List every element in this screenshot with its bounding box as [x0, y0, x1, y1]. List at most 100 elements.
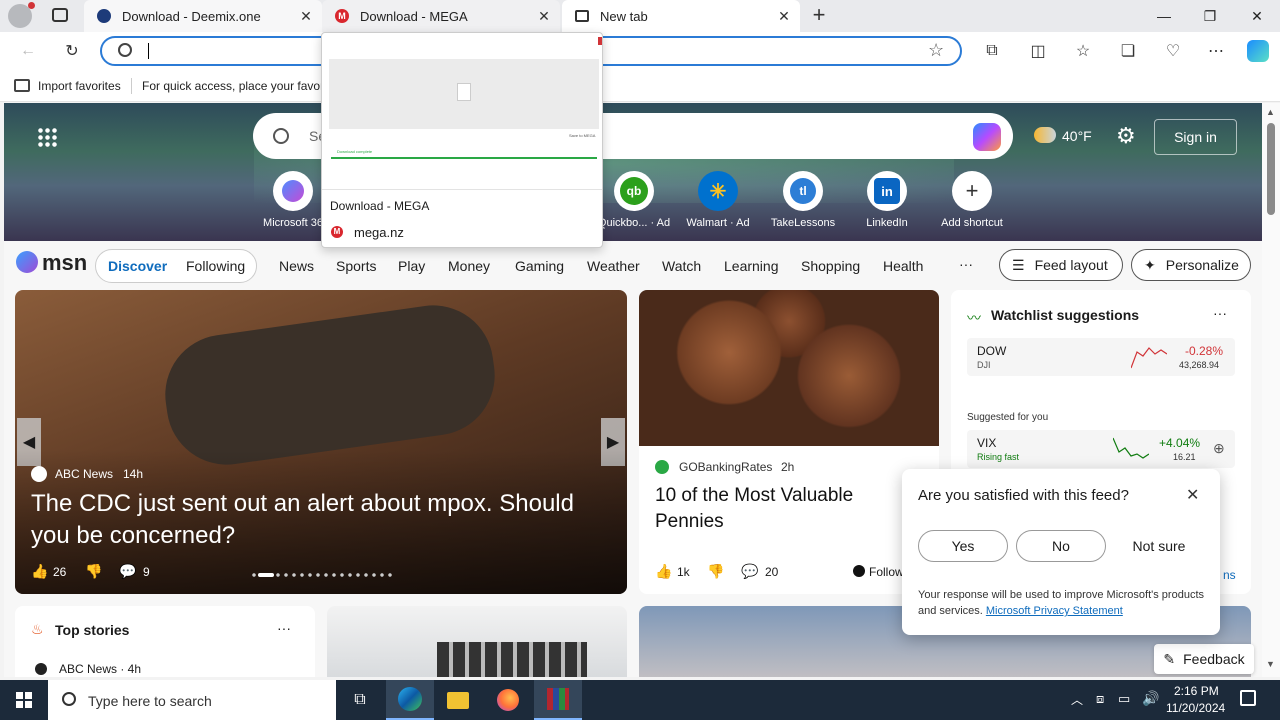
favorites-icon[interactable]: ☆ — [1067, 36, 1099, 66]
msn-logo-icon[interactable] — [16, 251, 38, 273]
story-source[interactable]: ABC News · 4h — [59, 662, 141, 676]
new-tab-button[interactable]: + — [808, 4, 830, 26]
nav-more[interactable]: ··· — [959, 256, 973, 272]
preview-title: Download - MEGA — [330, 199, 430, 213]
tab-deemix[interactable]: Download - Deemix.one ✕ — [84, 0, 322, 32]
tab-mega[interactable]: M Download - MEGA ✕ — [322, 0, 560, 32]
dislike-icon[interactable]: 👎 — [707, 563, 724, 580]
page-scrollbar[interactable]: ▲ ▼ — [1262, 103, 1280, 677]
taskbar-search-box[interactable]: Type here to search — [48, 680, 336, 720]
comment-icon[interactable]: 💬 — [741, 563, 758, 580]
tab-discover[interactable]: Discover — [108, 258, 167, 274]
story-source[interactable]: GOBankingRates — [679, 460, 772, 474]
tab-actions-icon[interactable] — [52, 8, 68, 22]
close-tab-icon[interactable]: ✕ — [298, 8, 314, 24]
feedback-button[interactable]: ✎ Feedback — [1154, 644, 1254, 674]
volume-icon[interactable]: 🔊 — [1142, 690, 1159, 707]
shortcut-linkedin[interactable]: in LinkedIn — [847, 171, 927, 229]
profile-icon[interactable] — [8, 2, 35, 28]
settings-menu-icon[interactable]: ⋯ — [1200, 36, 1232, 66]
feed-layout-button[interactable]: ☰ Feed layout — [999, 249, 1123, 281]
nav-gaming[interactable]: Gaming — [515, 258, 564, 274]
import-favorites-link[interactable]: Import favorites — [38, 79, 121, 93]
refresh-button[interactable]: ↻ — [56, 36, 88, 66]
file-explorer-icon[interactable] — [434, 680, 482, 720]
nav-news[interactable]: News — [279, 258, 314, 274]
edge-taskbar-icon[interactable] — [386, 680, 434, 720]
minimize-button[interactable]: — — [1141, 0, 1187, 32]
dow-row[interactable]: DOW DJI -0.28% 43,268.94 — [967, 338, 1235, 376]
top-stories-title[interactable]: Top stories — [55, 622, 129, 638]
collections-icon[interactable]: ❏ — [1112, 36, 1144, 66]
nav-shopping[interactable]: Shopping — [801, 258, 860, 274]
survey-not-sure-button[interactable]: Not sure — [1114, 530, 1204, 562]
file-icon — [457, 83, 471, 101]
vix-row[interactable]: VIX Rising fast +4.04% 16.21 ⊕ — [967, 430, 1235, 468]
weather-icon[interactable] — [1034, 127, 1056, 143]
msn-logo[interactable]: msn — [42, 250, 87, 276]
maximize-button[interactable]: ❐ — [1187, 0, 1233, 32]
copilot-icon[interactable] — [1242, 36, 1274, 66]
shortcut-quickbooks[interactable]: qb Quickbo... · Ad — [594, 171, 674, 229]
nav-sports[interactable]: Sports — [336, 258, 376, 274]
shortcut-add[interactable]: + Add shortcut — [932, 171, 1012, 229]
story-headline[interactable]: 10 of the Most Valuable Pennies — [655, 483, 895, 535]
show-hidden-icons[interactable]: ︿ — [1071, 691, 1083, 708]
like-icon[interactable]: 👍 — [655, 563, 672, 580]
copilot-icon[interactable] — [973, 123, 1001, 151]
close-icon[interactable]: ✕ — [1186, 485, 1199, 505]
comment-icon[interactable]: 💬 — [119, 563, 136, 580]
split-screen-icon[interactable]: ◫ — [1022, 36, 1054, 66]
main-story-card[interactable]: ◀ ▶ ABC News 14h The CDC just sent out a… — [15, 290, 627, 594]
like-icon[interactable]: 👍 — [31, 563, 48, 580]
story-source[interactable]: ABC News — [55, 467, 113, 481]
nav-health[interactable]: Health — [883, 258, 923, 274]
network-icon[interactable]: ⧈ — [1096, 691, 1104, 707]
dislike-icon[interactable]: 👎 — [85, 563, 102, 580]
nav-money[interactable]: Money — [448, 258, 490, 274]
start-button[interactable] — [0, 680, 48, 720]
scroll-thumb[interactable] — [1267, 123, 1275, 215]
browser-essentials-icon[interactable]: ♡ — [1157, 36, 1189, 66]
display-icon[interactable]: ▭ — [1118, 691, 1130, 707]
weather-temp[interactable]: 40°F — [1062, 128, 1092, 144]
tab-following[interactable]: Following — [186, 258, 245, 274]
top-stories-more[interactable]: ··· — [277, 620, 291, 636]
clock-time[interactable]: 2:16 PM — [1174, 684, 1219, 698]
follow-label[interactable]: Follow — [869, 565, 904, 579]
task-view-icon[interactable]: ⧉ — [336, 680, 384, 720]
nav-play[interactable]: Play — [398, 258, 425, 274]
nav-weather[interactable]: Weather — [587, 258, 640, 274]
story-image-card[interactable] — [327, 606, 627, 677]
scroll-up-arrow[interactable]: ▲ — [1266, 107, 1275, 117]
watchlist-more[interactable]: ··· — [1213, 305, 1227, 321]
clock-date[interactable]: 11/20/2024 — [1166, 701, 1225, 715]
apps-grid-icon[interactable] — [37, 127, 57, 147]
sign-in-button[interactable]: Sign in — [1154, 119, 1237, 155]
notifications-icon[interactable] — [1240, 690, 1256, 706]
firefox-icon[interactable] — [484, 680, 532, 720]
privacy-statement-link[interactable]: Microsoft Privacy Statement — [986, 605, 1123, 617]
close-window-button[interactable]: ✕ — [1234, 0, 1280, 32]
scroll-down-arrow[interactable]: ▼ — [1266, 659, 1275, 669]
shortcut-walmart[interactable]: ✳ Walmart · Ad — [678, 171, 758, 229]
winrar-icon[interactable] — [534, 680, 582, 720]
nav-learning[interactable]: Learning — [724, 258, 779, 274]
survey-no-button[interactable]: No — [1016, 530, 1106, 562]
extensions-icon[interactable]: ⧉ — [976, 36, 1008, 66]
tab-new-tab[interactable]: New tab ✕ — [562, 0, 800, 32]
story-headline[interactable]: The CDC just sent out an alert about mpo… — [31, 488, 601, 552]
back-button[interactable]: ← — [12, 36, 44, 66]
watchlist-title[interactable]: Watchlist suggestions — [991, 307, 1139, 323]
favorite-star-icon[interactable]: ☆ — [928, 40, 944, 61]
survey-yes-button[interactable]: Yes — [918, 530, 1008, 562]
add-to-watchlist-icon[interactable]: ⊕ — [1213, 440, 1225, 457]
close-tab-icon[interactable]: ✕ — [536, 8, 552, 24]
settings-gear-icon[interactable]: ⚙ — [1116, 123, 1136, 149]
nav-watch[interactable]: Watch — [662, 258, 701, 274]
see-more-link[interactable]: ns — [1223, 568, 1236, 582]
second-story-card[interactable]: GOBankingRates 2h 10 of the Most Valuabl… — [639, 290, 939, 594]
personalize-button[interactable]: ✦ Personalize — [1131, 249, 1251, 281]
close-tab-icon[interactable]: ✕ — [776, 8, 792, 24]
shortcut-takelessons[interactable]: tl TakeLessons — [763, 171, 843, 229]
